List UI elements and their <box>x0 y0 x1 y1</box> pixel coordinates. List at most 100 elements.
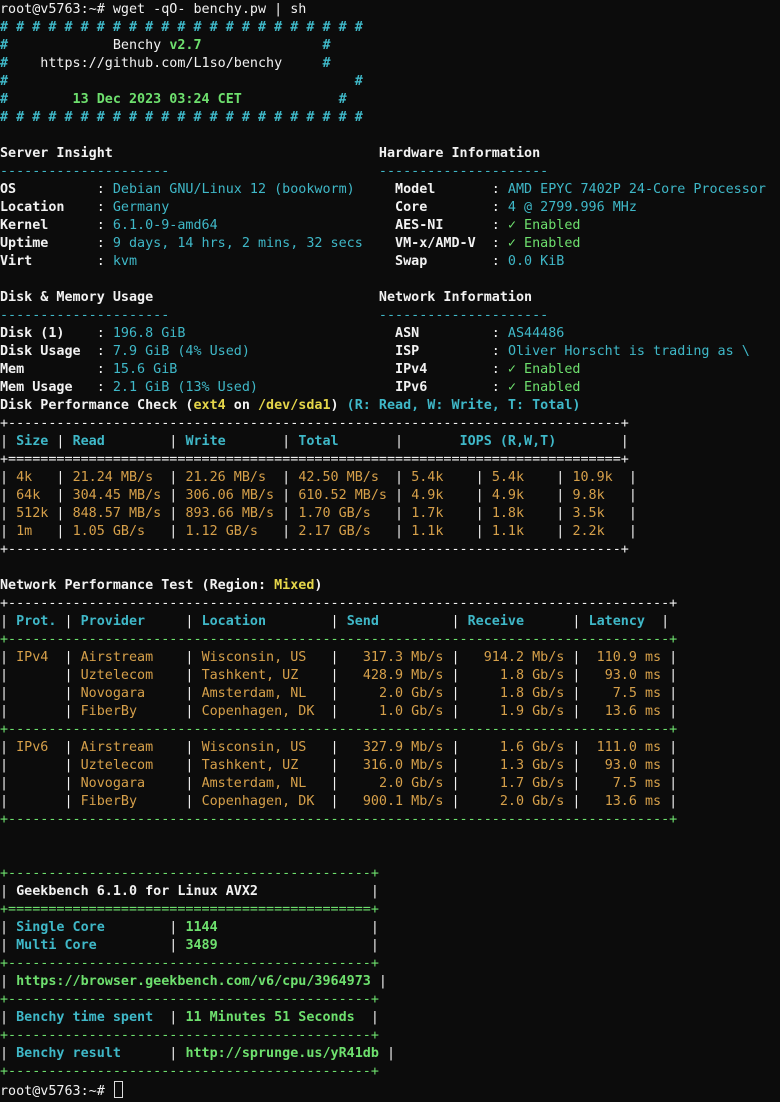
terminal-text: | <box>443 524 492 539</box>
terminal-text: Amsterdam, NL <box>201 776 307 791</box>
terminal-text: Provider <box>80 614 146 629</box>
terminal-line: | | Uztelecom | Tashkent, UZ | 316.0 Mb/… <box>0 757 677 775</box>
terminal-text: Model <box>395 182 436 197</box>
terminal-window[interactable]: root@v5763:~# wget -qO- benchy.pw | sh # … <box>0 0 780 1102</box>
terminal-text: +---------------------------------------… <box>0 1028 379 1043</box>
terminal-text: Send <box>346 614 379 629</box>
terminal-text: on <box>225 398 258 413</box>
terminal-line: | Single Core | 1144 | <box>0 919 379 937</box>
terminal-text: Multi Core <box>16 938 97 953</box>
terminal-line: +---------------------------------------… <box>0 811 677 829</box>
terminal-text: 4.9k <box>411 488 444 503</box>
terminal-text: Tashkent, UZ <box>201 758 299 773</box>
terminal-text: ASN <box>395 326 420 341</box>
terminal-text: /dev/sda1 <box>257 398 331 413</box>
terminal-text: Prot. <box>16 614 57 629</box>
terminal-text: 2.0 Gb/s <box>378 686 444 701</box>
terminal-text: | <box>153 740 202 755</box>
terminal-line: +=======================================… <box>0 451 629 469</box>
terminal-line: --------------------- ------------------… <box>0 163 548 181</box>
terminal-text: | <box>443 686 500 701</box>
terminal-text: | <box>0 974 17 989</box>
terminal-text: | <box>443 794 500 809</box>
terminal-text: | <box>48 434 73 449</box>
terminal-text: | <box>257 884 379 899</box>
terminal-line: | https://browser.geekbench.com/v6/cpu/3… <box>0 973 387 991</box>
terminal-text: AES-NI <box>395 218 444 233</box>
terminal-text: | <box>32 524 73 539</box>
terminal-text: 304.45 MB/s <box>72 488 162 503</box>
terminal-text: +=======================================… <box>0 452 629 467</box>
terminal-text: | <box>370 974 387 989</box>
terminal-text: : <box>24 362 113 377</box>
terminal-text: Mem <box>0 362 25 377</box>
terminal-text: # <box>0 56 9 71</box>
terminal-text: | <box>56 614 81 629</box>
terminal-text: https://github.com/L1so/benchy <box>8 56 323 71</box>
terminal-text: Uztelecom <box>80 668 154 683</box>
terminal-text: | <box>564 668 605 683</box>
terminal-text: AMD EPYC 7402P 24-Core Processor <box>507 182 766 197</box>
terminal-text: 111.0 ms <box>596 740 662 755</box>
terminal-text: 4 @ 2799.996 MHz <box>507 200 637 215</box>
terminal-text: 42.50 MB/s <box>298 470 379 485</box>
terminal-text: | <box>387 488 412 503</box>
terminal-text: | <box>378 1046 396 1061</box>
terminal-text: : <box>443 218 508 233</box>
terminal-text: 13 Dec 2023 03:24 CET <box>8 92 339 107</box>
terminal-text: Read <box>72 434 105 449</box>
terminal-text: Disk Usage <box>0 344 81 359</box>
terminal-line: | 4k | 21.24 MB/s | 21.26 MB/s | 42.50 M… <box>0 469 637 487</box>
terminal-text: root@v5763:~# wget -qO- benchy.pw | sh <box>0 2 307 17</box>
terminal-text: 196.8 GiB <box>112 326 186 341</box>
terminal-text: ✓ Enabled <box>507 380 581 395</box>
terminal-line: | | FiberBy | Copenhagen, DK | 900.1 Mb/… <box>0 793 677 811</box>
terminal-line: | 512k | 848.57 MB/s | 893.66 MB/s | 1.7… <box>0 505 637 523</box>
terminal-text: 893.66 MB/s <box>185 506 275 521</box>
terminal-text: --------------------- <box>378 164 549 179</box>
terminal-text: | <box>266 614 347 629</box>
terminal-text: 21.26 MB/s <box>185 470 267 485</box>
terminal-text: Wisconsin, US <box>201 650 307 665</box>
terminal-text: Novogara <box>80 776 146 791</box>
terminal-text: | <box>378 470 412 485</box>
terminal-text: 1.0 Gb/s <box>378 704 444 719</box>
terminal-text: | <box>0 614 17 629</box>
terminal-line: +---------------------------------------… <box>0 631 677 649</box>
terminal-text: 848.57 MB/s <box>72 506 162 521</box>
terminal-text: : <box>427 380 508 395</box>
terminal-text: 327.9 Mb/s <box>362 740 444 755</box>
terminal-text: | | <box>0 686 81 701</box>
terminal-text: | <box>0 470 17 485</box>
terminal-line: Disk Usage : 7.9 GiB (4% Used) ISP : Oli… <box>0 343 750 361</box>
terminal-text: Airstream <box>80 650 154 665</box>
terminal-text: 64k <box>16 488 41 503</box>
terminal-text: | <box>661 776 678 791</box>
terminal-text: Location <box>201 614 267 629</box>
terminal-text: | <box>0 434 17 449</box>
terminal-text: | <box>145 686 202 701</box>
terminal-text: +---------------------------------------… <box>0 812 678 827</box>
terminal-text: | <box>0 938 17 953</box>
terminal-text: Oliver Horscht is trading as \ <box>507 344 750 359</box>
terminal-text: +---------------------------------------… <box>0 956 379 971</box>
terminal-text: | <box>661 668 678 683</box>
terminal-text: Receive <box>467 614 525 629</box>
terminal-text: 3489 <box>185 938 218 953</box>
terminal-line: +---------------------------------------… <box>0 595 677 613</box>
terminal-text: | <box>661 650 678 665</box>
terminal-text: --------------------- <box>0 308 170 323</box>
terminal-line: Uptime : 9 days, 14 hrs, 2 mins, 32 secs… <box>0 235 580 253</box>
terminal-text: | <box>145 524 186 539</box>
terminal-text: 7.5 ms <box>612 686 662 701</box>
terminal-text: : <box>419 326 508 341</box>
terminal-text: --------------------- <box>378 308 549 323</box>
terminal-text: 1.7 Gb/s <box>499 776 565 791</box>
terminal-text: +---------------------------------------… <box>0 542 629 557</box>
terminal-line: # # # # # # # # # # # # # # # # # # # # … <box>0 19 363 37</box>
terminal-text: : <box>475 236 508 251</box>
